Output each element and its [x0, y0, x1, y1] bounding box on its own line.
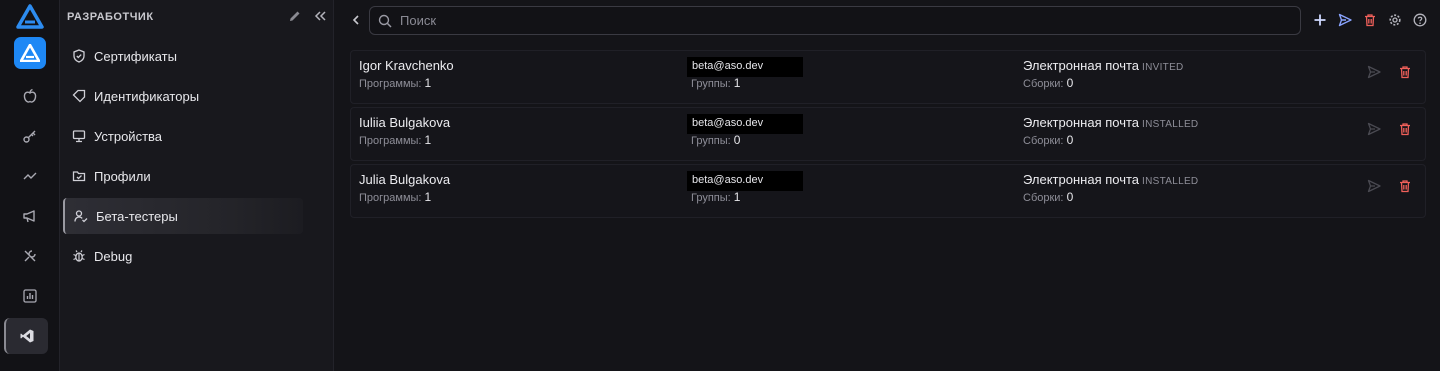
status-badge: INVITED	[1142, 62, 1184, 73]
collapse-icon[interactable]	[313, 9, 329, 25]
user-check-icon	[74, 210, 88, 223]
tester-email: beta@aso.dev	[687, 171, 803, 191]
logo-icon	[16, 4, 44, 30]
sidebar-item-identifiers[interactable]: Идентификаторы	[63, 78, 303, 114]
builds-count: Сборки: 0	[1023, 190, 1074, 204]
sidebar-item-devices[interactable]: Устройства	[63, 118, 303, 154]
sidebar-item-beta-testers[interactable]: Бета-тестеры	[63, 198, 303, 234]
groups-count: Группы: 0	[691, 133, 741, 147]
programs-count: Программы: 1	[359, 190, 432, 204]
megaphone-icon[interactable]	[18, 204, 42, 228]
key-icon[interactable]	[18, 124, 42, 148]
main-content: Igor Kravchenko Программы: 1 beta@aso.de…	[334, 0, 1440, 371]
search-icon	[378, 14, 392, 28]
groups-count: Группы: 1	[691, 76, 741, 90]
programs-count: Программы: 1	[359, 133, 432, 147]
sidebar-item-debug[interactable]: Debug	[63, 238, 303, 274]
search-bar[interactable]	[369, 6, 1301, 35]
table-row[interactable]: Igor Kravchenko Программы: 1 beta@aso.de…	[350, 50, 1426, 104]
gear-icon[interactable]	[1387, 12, 1403, 28]
apple-icon[interactable]	[18, 84, 42, 108]
sidebar-item-label: Бета-тестеры	[96, 208, 178, 224]
tester-email: beta@aso.dev	[687, 57, 803, 77]
bar-chart-icon[interactable]	[18, 284, 42, 308]
delete-tester-icon[interactable]	[1398, 179, 1414, 195]
trash-icon[interactable]	[1362, 12, 1378, 28]
status-badge: INSTALLED	[1142, 176, 1199, 187]
table-row[interactable]: Iuliia Bulgakova Программы: 1 beta@aso.d…	[350, 107, 1426, 161]
back-chevron-icon[interactable]	[348, 12, 364, 28]
sidebar-item-profiles[interactable]: Профили	[63, 158, 303, 194]
search-input[interactable]	[400, 13, 1280, 28]
add-icon[interactable]	[1312, 12, 1328, 28]
tag-icon	[72, 89, 86, 103]
edit-icon[interactable]	[288, 9, 304, 25]
shield-icon	[73, 49, 85, 63]
resend-invite-icon[interactable]	[1367, 179, 1383, 195]
builds-count: Сборки: 0	[1023, 76, 1074, 90]
tester-name: Igor Kravchenko	[359, 58, 454, 73]
sidebar-item-label: Профили	[94, 168, 151, 184]
monitor-icon	[72, 130, 86, 143]
sidebar-item-label: Сертификаты	[94, 48, 177, 64]
sidebar-title: РАЗРАБОТЧИК	[67, 11, 154, 23]
groups-count: Группы: 1	[691, 190, 741, 204]
resend-invite-icon[interactable]	[1367, 65, 1383, 81]
sidebar: РАЗРАБОТЧИК Сертификаты Идентификаторы У…	[60, 0, 334, 371]
folder-check-icon	[72, 171, 86, 182]
help-icon[interactable]	[1412, 12, 1428, 28]
delete-tester-icon[interactable]	[1398, 122, 1414, 138]
tools-icon[interactable]	[18, 244, 42, 268]
sidebar-item-label: Идентификаторы	[94, 88, 200, 104]
status-badge: INSTALLED	[1142, 119, 1199, 130]
tester-email: beta@aso.dev	[687, 114, 803, 134]
vscode-icon-button[interactable]	[4, 318, 48, 354]
resend-invite-icon[interactable]	[1367, 122, 1383, 138]
delete-tester-icon[interactable]	[1398, 65, 1414, 81]
table-row[interactable]: Julia Bulgakova Программы: 1 beta@aso.de…	[350, 164, 1426, 218]
app-icon-button[interactable]	[14, 37, 46, 69]
invite-type: Электронная почта INVITED	[1023, 58, 1184, 73]
tester-name: Julia Bulgakova	[359, 172, 451, 187]
app-rail	[0, 0, 60, 371]
tester-name: Iuliia Bulgakova	[359, 115, 451, 130]
sidebar-item-label: Debug	[94, 248, 133, 264]
send-icon[interactable]	[1337, 12, 1353, 28]
sidebar-item-certificates[interactable]: Сертификаты	[63, 38, 303, 74]
programs-count: Программы: 1	[359, 76, 432, 90]
builds-count: Сборки: 0	[1023, 133, 1074, 147]
trend-icon[interactable]	[18, 164, 42, 188]
invite-type: Электронная почта INSTALLED	[1023, 172, 1199, 187]
sidebar-item-label: Устройства	[94, 128, 163, 144]
bug-icon	[73, 250, 85, 262]
invite-type: Электронная почта INSTALLED	[1023, 115, 1199, 130]
